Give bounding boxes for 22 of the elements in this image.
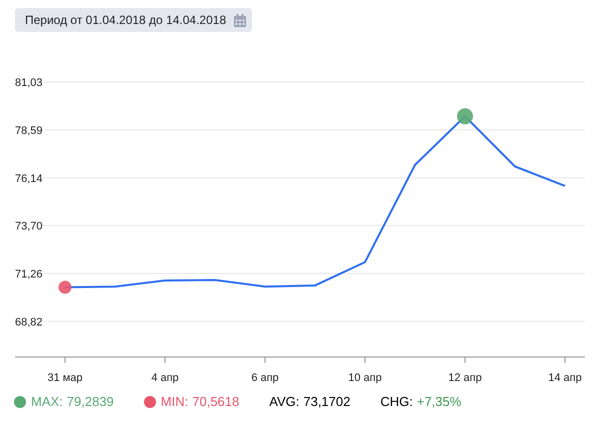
calendar-icon bbox=[234, 14, 246, 26]
stat-label: CHG: bbox=[380, 393, 413, 411]
x-axis-label: 4 апр bbox=[151, 372, 179, 384]
y-axis-label: 73,70 bbox=[15, 220, 43, 233]
y-axis-label: 76,14 bbox=[15, 172, 43, 185]
period-button[interactable]: Период от 01.04.2018 до 14.04.2018 bbox=[15, 8, 252, 32]
x-axis-label: 14 апр bbox=[548, 372, 582, 384]
stat-label: MAX: bbox=[31, 393, 63, 411]
x-axis-label: 10 апр bbox=[348, 372, 382, 384]
y-axis-label: 78,59 bbox=[15, 124, 43, 137]
stat-value: 70,5618 bbox=[192, 393, 240, 411]
stat-label: AVG: bbox=[269, 393, 300, 411]
stat-label: MIN: bbox=[160, 393, 188, 411]
stat-value: 79,2839 bbox=[66, 393, 114, 411]
stat-value: +7,35% bbox=[416, 393, 462, 411]
stat-value: 73,1702 bbox=[303, 393, 350, 411]
y-axis-label: 68,82 bbox=[15, 316, 43, 328]
x-axis-label: 6 апр bbox=[251, 372, 279, 384]
y-axis-label: 71,26 bbox=[15, 268, 43, 280]
x-axis-label: 31 мар bbox=[47, 372, 83, 384]
y-axis-label: 81,03 bbox=[15, 77, 43, 89]
x-axis-label: 12 апр bbox=[448, 372, 482, 384]
